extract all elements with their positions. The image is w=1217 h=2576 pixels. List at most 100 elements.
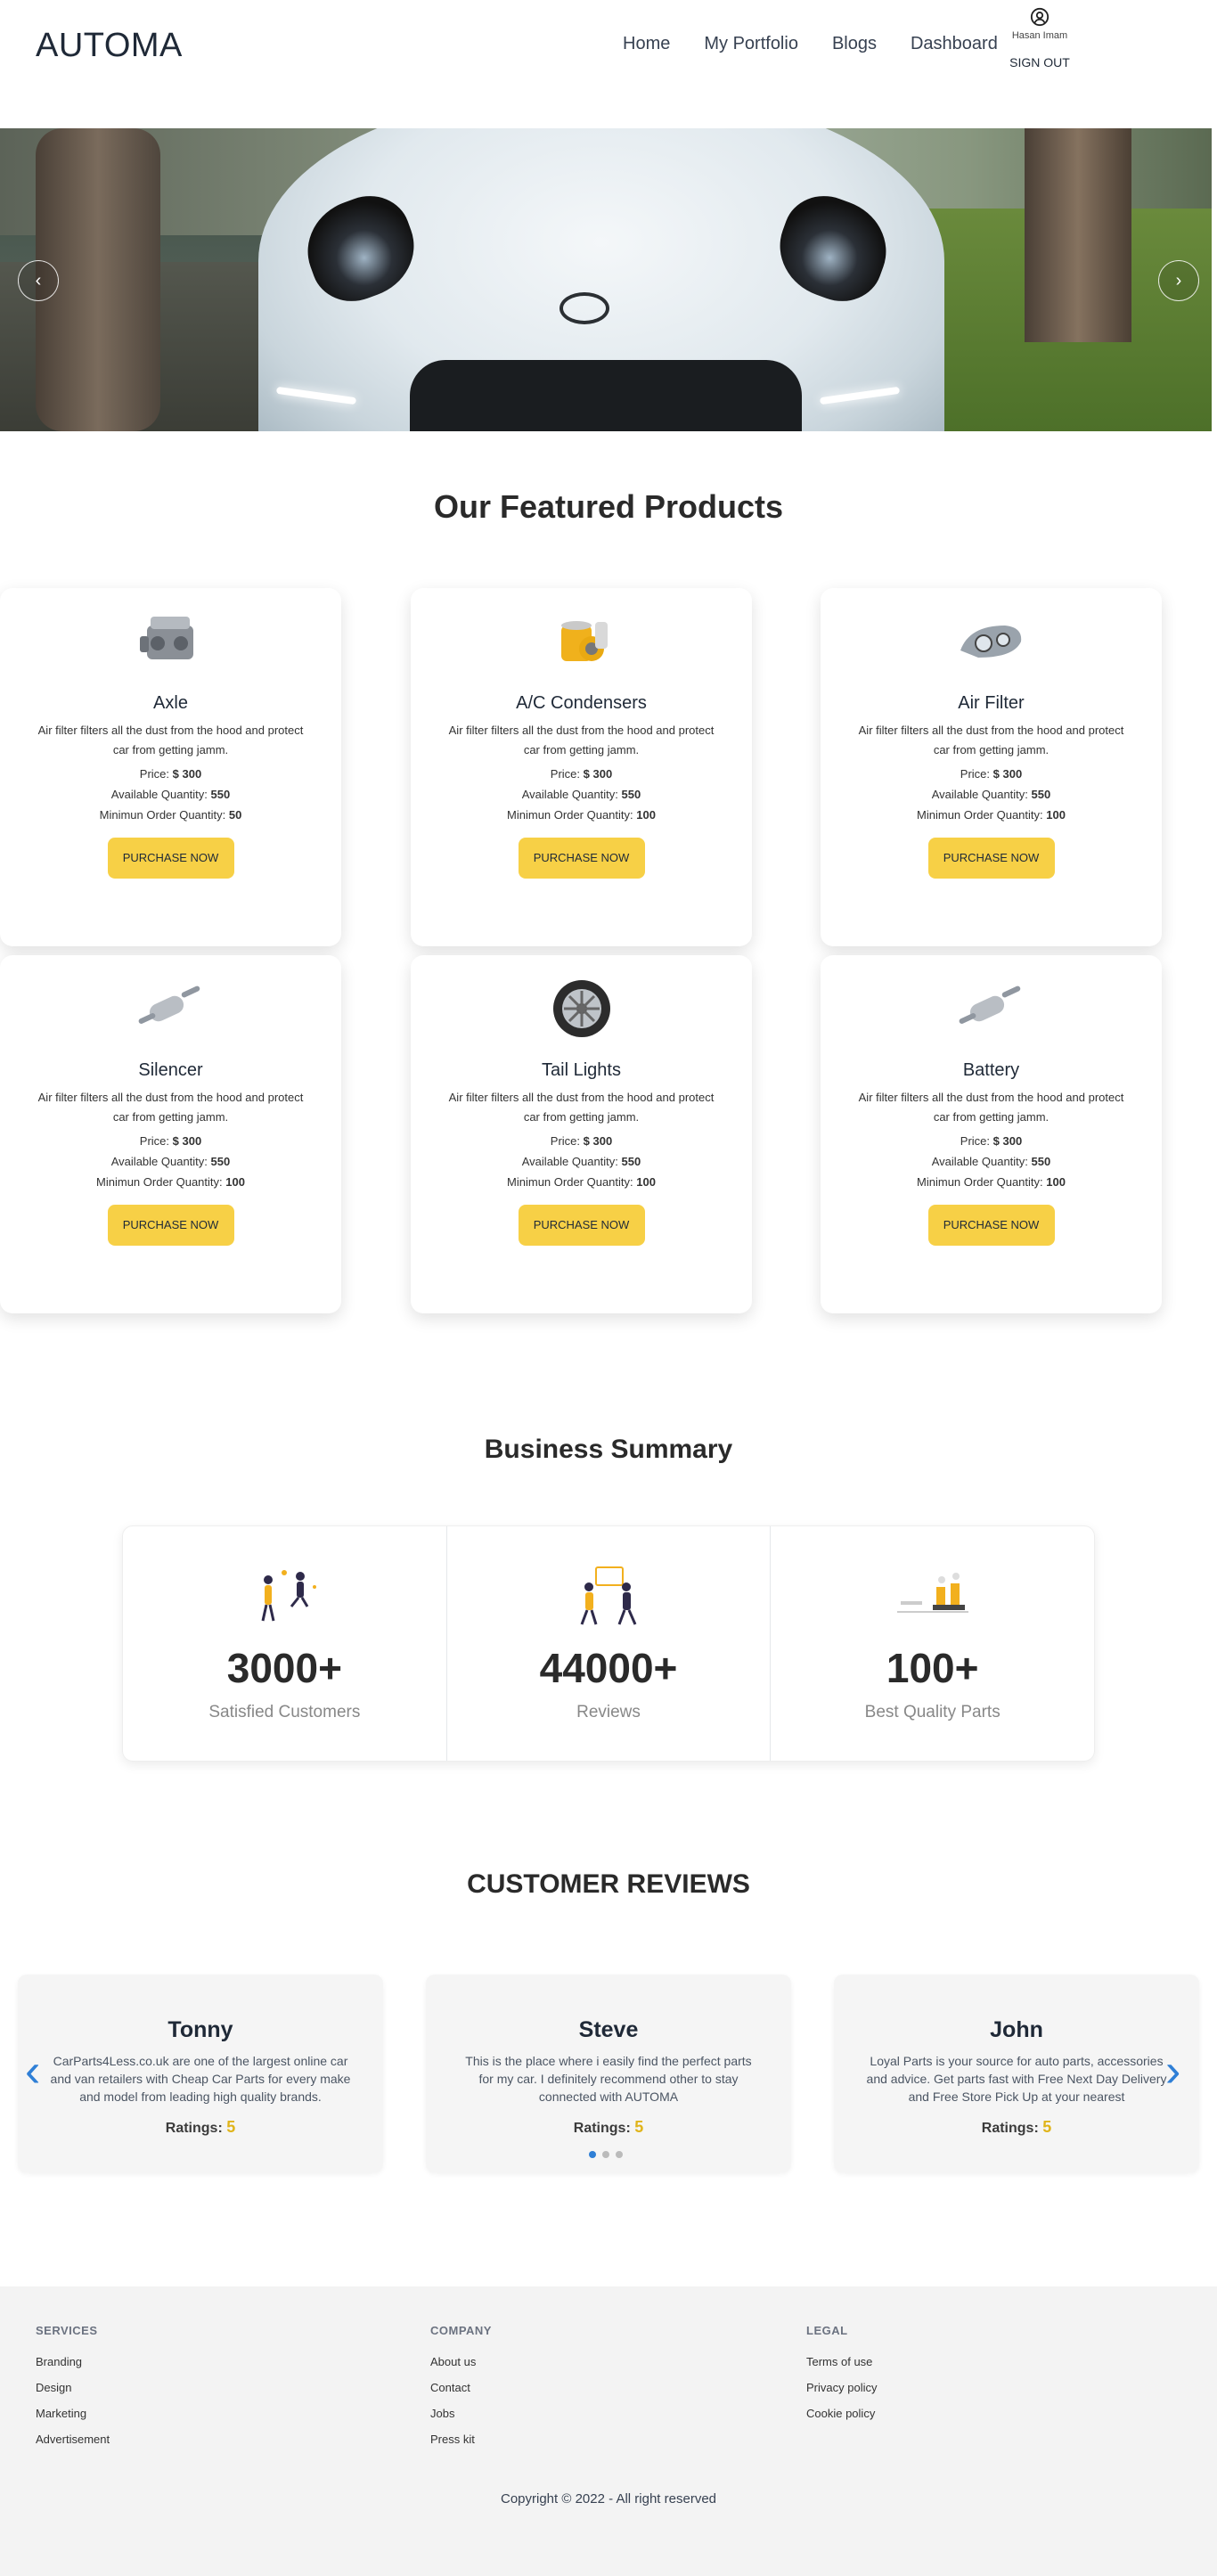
reviews-prev-button[interactable]: ‹ bbox=[25, 2048, 40, 2094]
product-quantity: 550 bbox=[210, 788, 231, 801]
silencer-icon bbox=[138, 985, 200, 1024]
product-quantity: 550 bbox=[210, 1155, 231, 1168]
summary-value: 44000+ bbox=[539, 1645, 678, 1691]
footer-link-privacy[interactable]: Privacy policy bbox=[806, 2381, 877, 2394]
review-card: Steve This is the place where i easily f… bbox=[426, 1975, 791, 2172]
reviews-next-button[interactable]: › bbox=[1165, 2048, 1180, 2094]
sign-out-button[interactable]: SIGN OUT bbox=[1005, 55, 1074, 70]
product-card: Battery Air filter filters all the dust … bbox=[821, 955, 1162, 1313]
summary-item: 3000+ Satisfied Customers bbox=[123, 1526, 446, 1761]
review-rating: Ratings: 5 bbox=[981, 2118, 1052, 2136]
product-card: Air Filter Air filter filters all the du… bbox=[821, 588, 1162, 946]
product-price: $ 300 bbox=[583, 767, 613, 781]
footer-link-press-kit[interactable]: Press kit bbox=[430, 2433, 492, 2446]
footer-link-design[interactable]: Design bbox=[36, 2381, 110, 2394]
hero-prev-button[interactable]: ‹ bbox=[18, 260, 59, 301]
brand-logo[interactable]: AUTOMA bbox=[36, 27, 183, 65]
product-card: Axle Air filter filters all the dust fro… bbox=[0, 588, 341, 946]
reviews-pagination bbox=[589, 2151, 623, 2158]
product-quantity: 550 bbox=[621, 788, 641, 801]
nav-dashboard[interactable]: Dashboard bbox=[911, 34, 998, 54]
nav-my-portfolio[interactable]: My Portfolio bbox=[704, 34, 798, 54]
pagination-dot[interactable] bbox=[616, 2151, 623, 2158]
product-name: Tail Lights bbox=[542, 1060, 621, 1080]
footer-link-marketing[interactable]: Marketing bbox=[36, 2407, 110, 2420]
tire-icon bbox=[552, 980, 610, 1037]
product-min-order: 100 bbox=[1046, 1175, 1066, 1189]
product-name: Axle bbox=[153, 693, 188, 713]
nav-blogs[interactable]: Blogs bbox=[832, 34, 877, 54]
silencer-icon bbox=[959, 985, 1020, 1024]
user-menu: Hasan Imam SIGN OUT bbox=[1005, 7, 1074, 70]
footer-link-cookie[interactable]: Cookie policy bbox=[806, 2407, 877, 2420]
reviewer-name: Tonny bbox=[167, 2017, 233, 2042]
product-price: $ 300 bbox=[992, 1134, 1023, 1148]
headlight-icon bbox=[960, 626, 1021, 658]
product-card: A/C Condensers Air filter filters all th… bbox=[411, 588, 752, 946]
summary-item: 100+ Best Quality Parts bbox=[770, 1526, 1094, 1761]
product-price: $ 300 bbox=[583, 1134, 613, 1148]
reviewer-name: John bbox=[990, 2017, 1043, 2042]
hero-carousel: ‹ › bbox=[0, 128, 1212, 431]
review-card: John Loyal Parts is your source for auto… bbox=[834, 1975, 1199, 2172]
product-name: Air Filter bbox=[958, 693, 1025, 713]
product-min-order: 100 bbox=[636, 808, 656, 822]
product-description: Air filter filters all the dust from the… bbox=[858, 1091, 1124, 1124]
product-description: Air filter filters all the dust from the… bbox=[37, 724, 304, 756]
footer-link-advertisement[interactable]: Advertisement bbox=[36, 2433, 110, 2446]
product-quantity: 550 bbox=[1031, 1155, 1051, 1168]
summary-value: 100+ bbox=[886, 1645, 979, 1691]
summary-item: 44000+ Reviews bbox=[445, 1526, 771, 1761]
product-name: A/C Condensers bbox=[516, 693, 647, 713]
footer-link-contact[interactable]: Contact bbox=[430, 2381, 492, 2394]
review-text: Loyal Parts is your source for auto part… bbox=[866, 2054, 1167, 2104]
purchase-now-button[interactable]: PURCHASE NOW bbox=[518, 838, 645, 879]
celebrating-people-icon bbox=[261, 1570, 317, 1622]
navbar: AUTOMA Home My Portfolio Blogs Dashboard… bbox=[0, 0, 1217, 128]
product-description: Air filter filters all the dust from the… bbox=[448, 1091, 715, 1124]
reviewer-name: Steve bbox=[578, 2017, 639, 2042]
pagination-dot[interactable] bbox=[589, 2151, 596, 2158]
product-name: Battery bbox=[962, 1060, 1020, 1080]
car-logo-icon bbox=[559, 292, 609, 324]
purchase-now-button[interactable]: PURCHASE NOW bbox=[927, 1205, 1055, 1246]
purchase-now-button[interactable]: PURCHASE NOW bbox=[107, 1205, 234, 1246]
footer-services: SERVICES Branding Design Marketing Adver… bbox=[36, 2324, 110, 2458]
summary-label: Best Quality Parts bbox=[864, 1703, 1001, 1721]
summary-label: Satisfied Customers bbox=[208, 1703, 361, 1721]
purchase-now-button[interactable]: PURCHASE NOW bbox=[518, 1205, 645, 1246]
business-summary-title: Business Summary bbox=[484, 1435, 733, 1464]
user-name: Hasan Imam bbox=[1011, 30, 1068, 41]
review-text: This is the place where i easily find th… bbox=[465, 2054, 752, 2104]
engine-icon bbox=[139, 617, 193, 659]
product-price: $ 300 bbox=[172, 767, 202, 781]
product-quantity: 550 bbox=[1031, 788, 1051, 801]
footer-link-jobs[interactable]: Jobs bbox=[430, 2407, 492, 2420]
footer-heading: SERVICES bbox=[36, 2324, 98, 2337]
product-min-order: 100 bbox=[225, 1175, 245, 1189]
people-reviewing-icon bbox=[580, 1566, 637, 1625]
footer-heading: LEGAL bbox=[806, 2324, 848, 2337]
product-price: $ 300 bbox=[172, 1134, 202, 1148]
hero-next-button[interactable]: › bbox=[1158, 260, 1199, 301]
product-card: Tail Lights Air filter filters all the d… bbox=[411, 955, 752, 1313]
nav-home[interactable]: Home bbox=[623, 34, 670, 54]
footer: SERVICES Branding Design Marketing Adver… bbox=[0, 2286, 1217, 2576]
ac-condenser-icon bbox=[560, 621, 608, 661]
product-description: Air filter filters all the dust from the… bbox=[37, 1091, 304, 1124]
purchase-now-button[interactable]: PURCHASE NOW bbox=[927, 838, 1055, 879]
nav-links: Home My Portfolio Blogs Dashboard bbox=[623, 34, 1032, 54]
footer-link-branding[interactable]: Branding bbox=[36, 2355, 110, 2368]
pagination-dot[interactable] bbox=[602, 2151, 609, 2158]
footer-link-terms[interactable]: Terms of use bbox=[806, 2355, 877, 2368]
user-avatar-icon[interactable] bbox=[1030, 7, 1050, 27]
purchase-now-button[interactable]: PURCHASE NOW bbox=[107, 838, 234, 879]
product-card: Silencer Air filter filters all the dust… bbox=[0, 955, 341, 1313]
copyright-text: Copyright © 2022 - All right reserved bbox=[501, 2491, 716, 2506]
footer-company: COMPANY About us Contact Jobs Press kit bbox=[430, 2324, 492, 2458]
summary-value: 3000+ bbox=[226, 1645, 342, 1691]
customer-reviews-title: CUSTOMER REVIEWS bbox=[467, 1869, 750, 1899]
review-rating: Ratings: 5 bbox=[165, 2118, 236, 2136]
footer-link-about[interactable]: About us bbox=[430, 2355, 492, 2368]
review-text: CarParts4Less.co.uk are one of the large… bbox=[50, 2054, 351, 2104]
